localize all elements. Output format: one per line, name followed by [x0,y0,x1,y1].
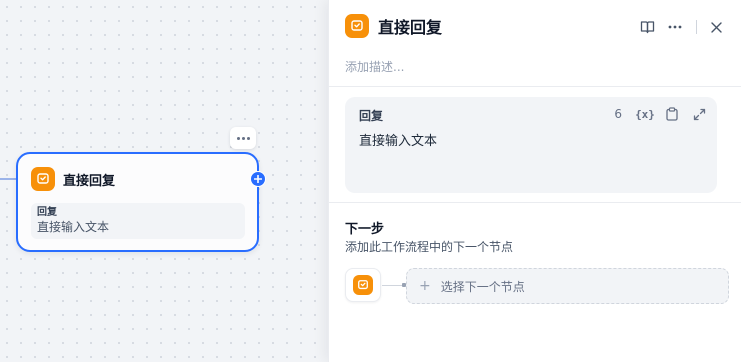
add-next-node-handle[interactable] [250,171,266,187]
char-count: 6 [614,107,622,121]
reply-icon [345,14,369,38]
editor-label: 回复 [359,109,384,123]
actions-divider [696,20,697,34]
node-more-button[interactable] [230,127,256,149]
more-dot [246,136,250,140]
expand-icon[interactable] [689,105,709,123]
plus-icon [254,175,262,183]
node-answer-label: 回复 [37,207,57,218]
more-dot [236,136,240,140]
node-answer-text: 直接输入文本 [37,220,110,234]
node-config-panel: 直接回复 添加描述... 回复 6 {x} 直接输入文本 下一步 添加此工作流程… [328,0,741,362]
more-dot [241,136,245,140]
incoming-edge [0,178,17,180]
reply-icon [31,167,55,191]
current-node-chip [345,268,381,302]
panel-divider [329,202,741,203]
reply-icon [353,275,373,295]
panel-header: 直接回复 [345,14,442,38]
insert-variable-button[interactable]: {x} [635,105,655,123]
panel-divider [329,86,741,87]
book-icon[interactable] [636,16,658,38]
next-step-title: 下一步 [345,222,385,237]
editor-toolbar: 6 {x} [614,105,709,123]
answer-node[interactable]: 直接回复 回复 直接输入文本 [16,152,259,252]
more-icon[interactable] [664,16,686,38]
node-title: 直接回复 [63,173,116,189]
workflow-canvas[interactable]: 直接回复 回复 直接输入文本 [0,0,328,362]
select-next-node-button[interactable]: + 选择下一个节点 [406,268,729,304]
clipboard-icon[interactable] [662,105,682,123]
node-answer-preview: 回复 直接输入文本 [31,203,245,239]
editor-content[interactable]: 直接输入文本 [359,130,437,149]
next-step-description: 添加此工作流程中的下一个节点 [345,240,514,254]
select-next-node-label: 选择下一个节点 [440,279,525,294]
close-icon[interactable] [705,16,727,38]
node-header: 直接回复 [31,167,115,191]
panel-title[interactable]: 直接回复 [378,14,442,38]
answer-editor[interactable]: 回复 6 {x} 直接输入文本 [345,97,717,193]
plus-icon: + [419,278,431,294]
description-input[interactable]: 添加描述... [345,58,404,75]
panel-actions [636,16,727,38]
